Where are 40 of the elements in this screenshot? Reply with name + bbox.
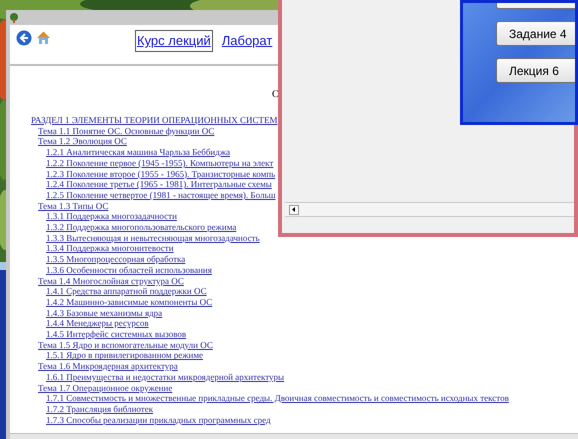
nav-link[interactable]: Лаборат <box>220 31 274 50</box>
nav-link[interactable]: Курс лекций <box>136 31 212 50</box>
contents-link[interactable]: 1.4.3 Базовые механизмы ядра <box>46 308 162 318</box>
contents-link[interactable]: 1.3.4 Поддержка многонитевости <box>46 243 174 254</box>
contents-link[interactable]: 1.3.2 Поддержка многопользовательского режима <box>46 222 236 232</box>
contents-link[interactable]: 1.6.1 Преимущества и недостатки микроядерной архитектуры <box>46 372 284 382</box>
contents-link[interactable]: Тема 1.6 Микроядерная архитектура <box>38 361 178 372</box>
dialog-button[interactable]: Задание 4 <box>496 21 575 46</box>
contents-link[interactable]: Тема 1.1 Понятие ОС. Основные функции ОС <box>38 126 214 136</box>
page-heading: С <box>272 88 279 102</box>
contents-link[interactable]: 1.2.4 Поколение третье (1965 - 1981). Интегральные схемы <box>46 179 272 190</box>
button[interactable] <box>496 3 575 9</box>
contents-link[interactable]: 1.7.3 Способы реализации прикладных программных сред <box>46 414 271 425</box>
contents-link[interactable]: 1.7.1 Совместимость и множественные прикладные среды. Двоичная совместимость и совместимость исходных текстов <box>46 393 509 404</box>
contents-link[interactable]: 1.2.1 Аналитическая машина Чарльза Беббиджа <box>46 147 230 158</box>
contents-link[interactable]: 1.4.5 Интерфейс системных вызовов <box>46 329 186 340</box>
contents-link[interactable]: Тема 1.4 Многослойная структура ОС <box>38 276 184 286</box>
contents-link[interactable]: 1.3.6 Особенности областей использования <box>46 264 212 275</box>
contents-link[interactable]: 1.2.3 Поколение второе (1955 - 1965). Транзисторные компь <box>46 168 276 179</box>
horizontal-scrollbar[interactable] <box>285 202 574 217</box>
contents-link[interactable]: 1.4.2 Машинно-зависимые компоненты ОС <box>46 296 212 307</box>
contents-link[interactable]: РАЗДЕЛ 1 ЭЛЕМЕНТЫ ТЕОРИИ ОПЕРАЦИОННЫХ СИСТЕМ <box>31 115 278 125</box>
contents-link[interactable]: 1.3.3 Вытесняющая и невытесняющая многозадачность <box>46 232 260 243</box>
contents-link[interactable]: 1.7.2 Трансляция библиотек <box>46 404 154 414</box>
contents-link[interactable]: Тема 1.7 Операционное окружение <box>38 382 172 393</box>
contents-link[interactable]: Тема 1.5 Ядро и вспомогательные модули ОС <box>38 340 213 350</box>
dialog-button[interactable]: Лекция 6 <box>496 58 575 83</box>
contents-link[interactable]: 1.2.2 Поколение первое (1945 -1955). Компьютеры на элект <box>46 158 274 168</box>
contents-link[interactable]: Тема 1.3 Типы ОС <box>38 200 108 211</box>
contents-link[interactable]: 1.4.4 Менеджеры ресурсов <box>46 318 149 328</box>
horizontal-scrollbar[interactable] <box>10 433 578 439</box>
contents-link[interactable]: 1.2.5 Поколение четвертое (1981 - настоящее время). Больш <box>46 190 276 200</box>
home-icon[interactable] <box>36 30 51 45</box>
contents-link[interactable]: 1.3.1 Поддержка многозадачности <box>46 211 177 222</box>
contents-link[interactable]: 1.3.5 Многопроцессорная обработка <box>46 254 186 264</box>
contents-link[interactable]: 1.5.1 Ядро в привилегированном режиме <box>46 350 204 360</box>
back-icon[interactable] <box>16 30 32 46</box>
contents-link[interactable]: Тема 1.2 Эволюция ОС <box>38 136 127 146</box>
app-icon <box>9 12 19 22</box>
contents-link[interactable]: 1.4.1 Средства аппаратной поддержки ОС <box>46 286 207 296</box>
